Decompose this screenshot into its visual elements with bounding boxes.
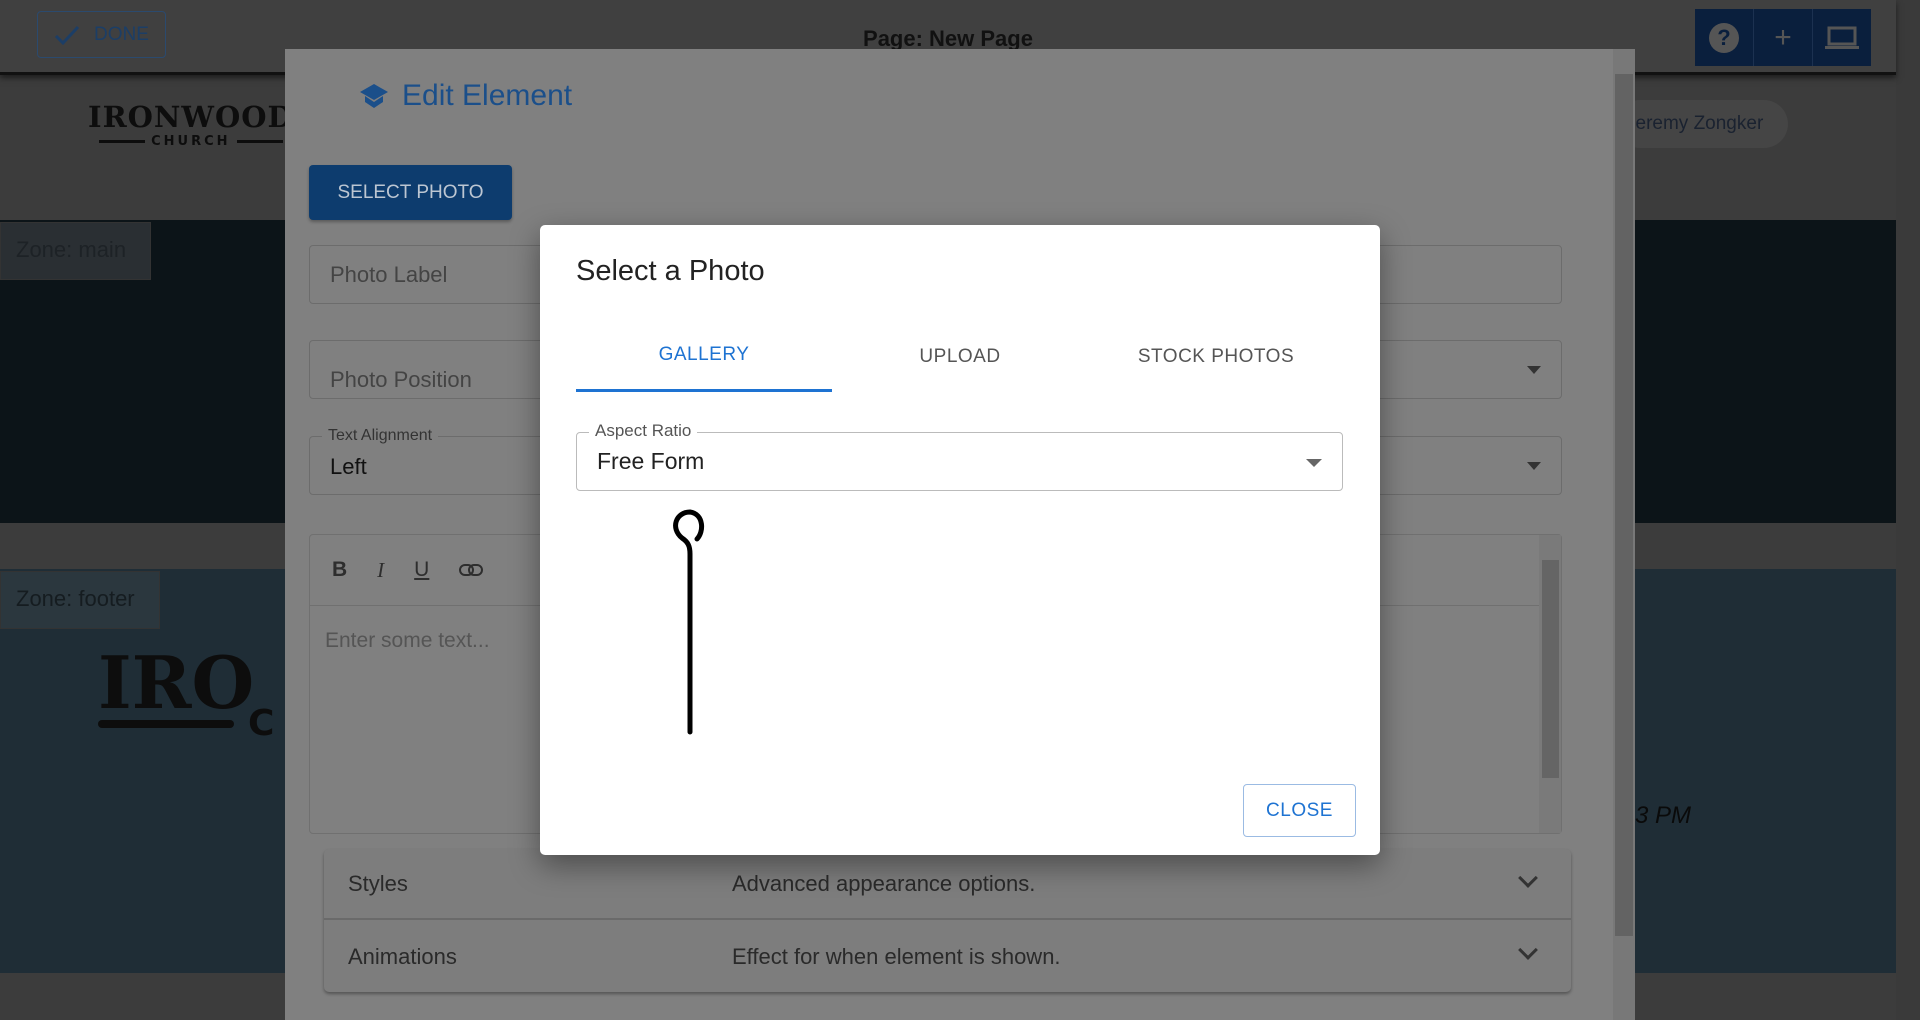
dialog-scrollbar[interactable] <box>1613 49 1635 1020</box>
laptop-icon <box>1825 26 1859 49</box>
editor-placeholder[interactable]: Enter some text... <box>325 629 490 653</box>
accordion-animations[interactable]: Animations Effect for when element is sh… <box>324 921 1571 992</box>
accordion-title: Styles <box>348 870 408 896</box>
loading-indicator-icon <box>673 509 705 735</box>
photo-position-placeholder: Photo Position <box>330 367 472 392</box>
accordion-title: Animations <box>348 943 457 969</box>
logo-text: IRONWOOD <box>88 100 294 134</box>
user-name: Jeremy Zongker <box>1626 113 1764 134</box>
footer-logo-sub: C <box>248 703 275 744</box>
add-button[interactable]: + <box>1754 9 1813 66</box>
italic-button[interactable]: I <box>377 558 384 583</box>
accordion-styles[interactable]: Styles Advanced appearance options. <box>324 849 1571 920</box>
text-alignment-label: Text Alignment <box>322 427 439 445</box>
select-photo-button[interactable]: SELECT PHOTO <box>309 165 512 220</box>
site-logo: IRONWOOD CHURCH <box>88 100 294 149</box>
tab-stock-photos[interactable]: STOCK PHOTOS <box>1088 321 1344 392</box>
select-photo-title: Select a Photo <box>576 255 765 287</box>
accordion-desc: Effect for when element is shown. <box>732 943 1061 969</box>
zone-main-label: Zone: main <box>0 222 151 280</box>
text-alignment-value: Left <box>330 454 367 479</box>
user-menu[interactable]: Jeremy Zongker <box>1616 100 1788 148</box>
device-preview-button[interactable] <box>1813 9 1871 66</box>
tab-gallery[interactable]: GALLERY <box>576 321 832 392</box>
dialog-scroll-thumb[interactable] <box>1615 74 1633 936</box>
dropdown-arrow-icon <box>1527 365 1541 374</box>
photo-label-placeholder: Photo Label <box>330 262 448 287</box>
aspect-ratio-value: Free Form <box>597 448 705 474</box>
close-button[interactable]: CLOSE <box>1243 784 1356 837</box>
select-photo-dialog: Select a Photo GALLERY UPLOAD STOCK PHOT… <box>540 225 1380 855</box>
aspect-ratio-select[interactable]: Aspect Ratio Free Form <box>576 421 1343 491</box>
logo-sub: CHURCH <box>151 134 231 149</box>
help-button[interactable]: ? <box>1695 9 1754 66</box>
edit-dialog-title: Edit Element <box>358 79 572 113</box>
chevron-down-icon <box>1518 940 1538 960</box>
underline-button[interactable]: U <box>414 558 429 582</box>
editor-scrollbar[interactable] <box>1539 535 1561 833</box>
chevron-down-icon <box>1518 868 1538 888</box>
zone-footer-label: Zone: footer <box>0 571 160 629</box>
tab-upload[interactable]: UPLOAD <box>832 321 1088 392</box>
link-icon[interactable] <box>459 563 484 577</box>
graduation-cap-icon <box>360 84 388 108</box>
footer-time: 3 PM <box>1635 802 1692 829</box>
aspect-ratio-label: Aspect Ratio <box>589 421 698 441</box>
help-icon: ? <box>1709 22 1739 53</box>
toolbar-buttons: ? + <box>1695 9 1871 66</box>
footer-logo: IRO C <box>98 640 274 744</box>
edit-title-text: Edit Element <box>402 79 573 112</box>
bold-button[interactable]: B <box>332 558 347 582</box>
plus-icon: + <box>1774 20 1792 54</box>
options-accordion: Styles Advanced appearance options. Anim… <box>324 849 1571 992</box>
accordion-desc: Advanced appearance options. <box>732 870 1036 896</box>
dropdown-arrow-icon <box>1306 459 1322 467</box>
editor-scroll-thumb[interactable] <box>1542 560 1559 778</box>
dropdown-arrow-icon <box>1527 461 1541 470</box>
